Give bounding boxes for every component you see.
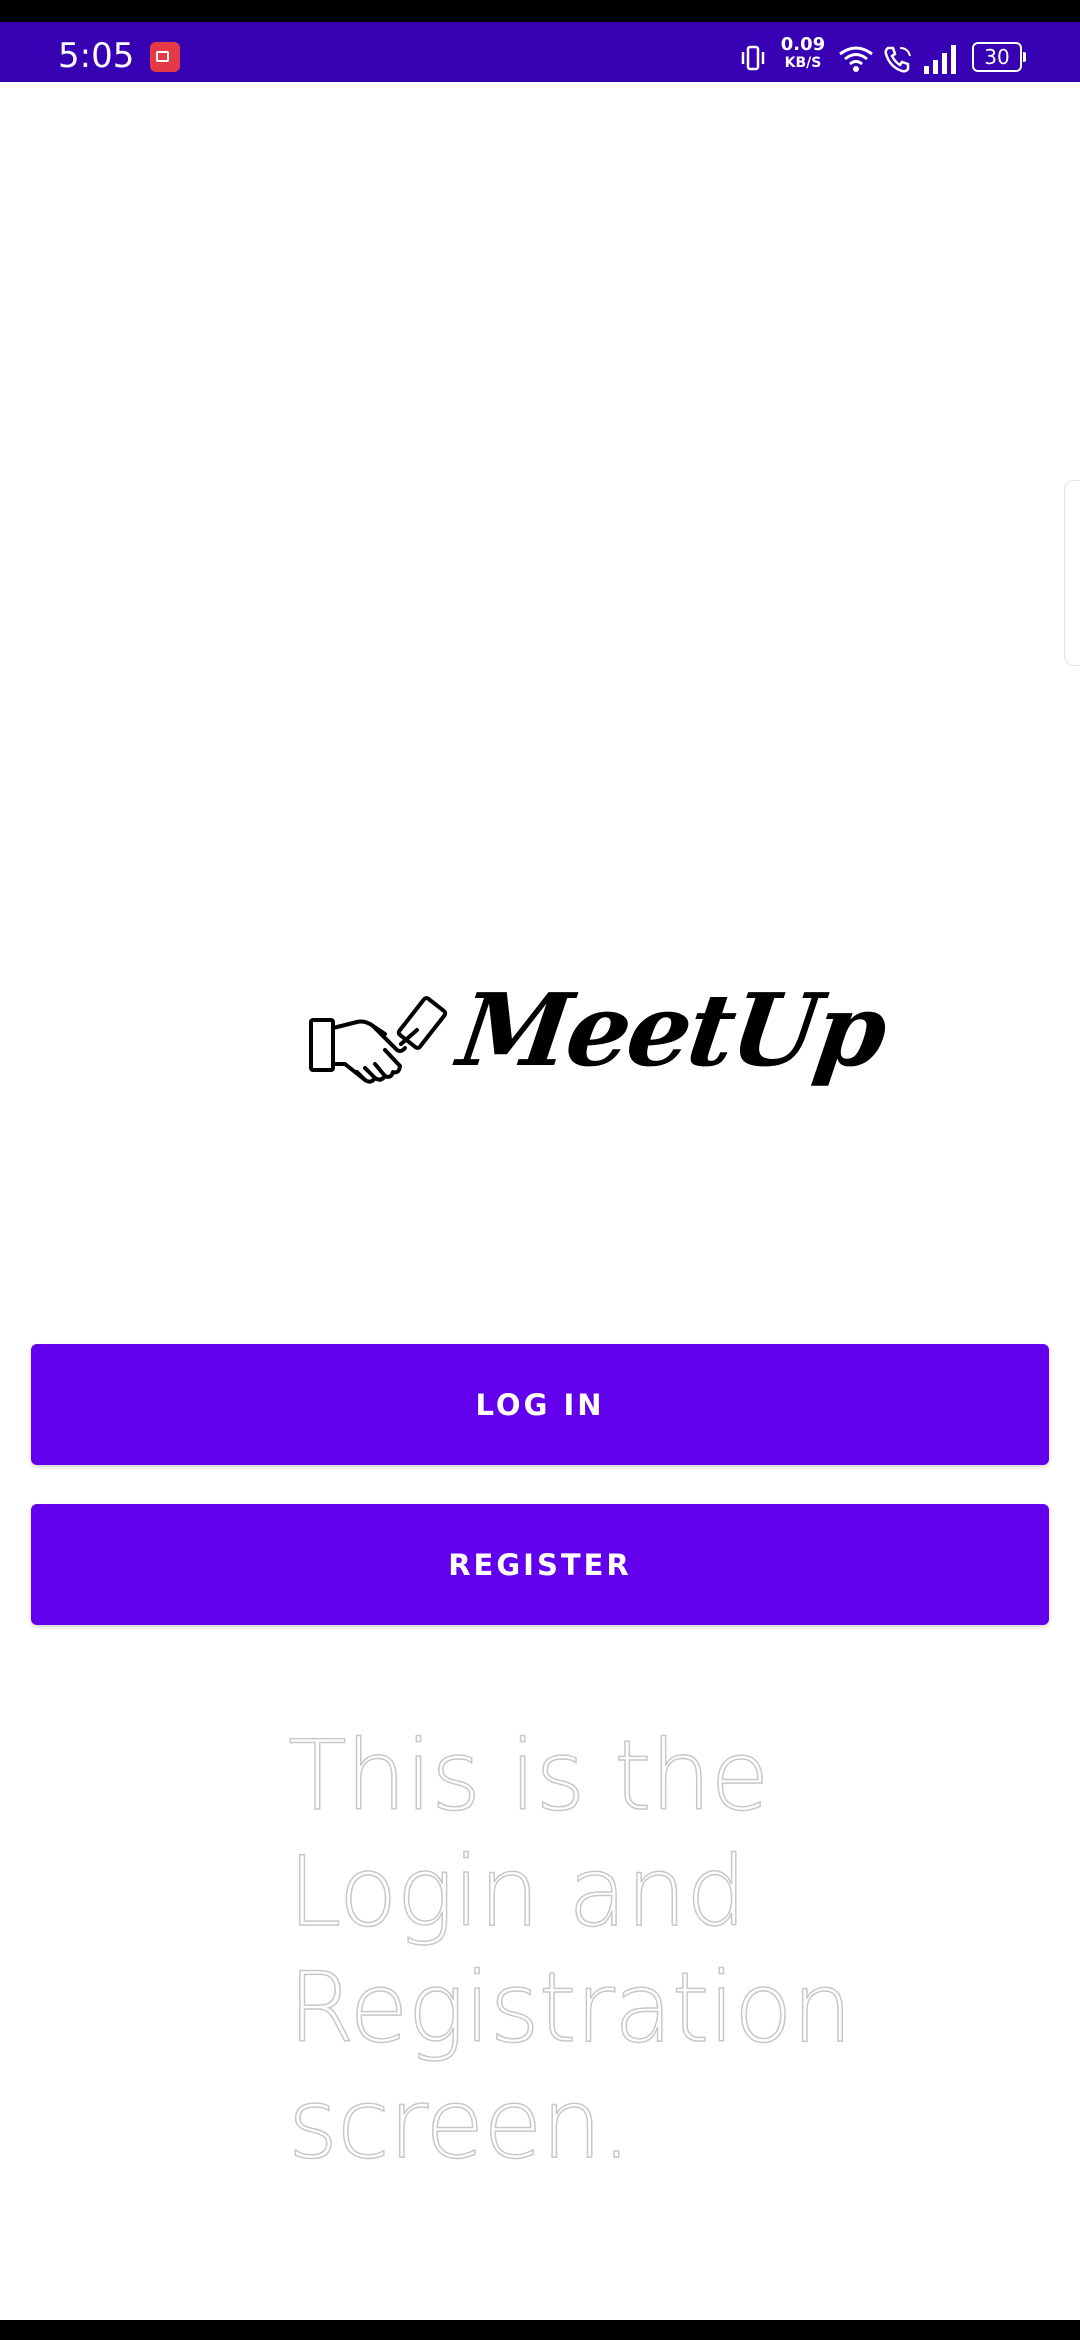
battery-indicator: 30 [972,42,1026,72]
login-button[interactable]: LOG IN [31,1344,1049,1465]
network-speed-value: 0.09 [780,34,826,55]
top-black-bar [0,0,1080,22]
register-button[interactable]: REGISTER [31,1504,1049,1625]
edge-panel-handle[interactable] [1064,480,1080,666]
network-speed: 0.09 KB/S [778,34,828,71]
screen-recorder-icon [150,42,180,72]
cellular-signal-icon [924,45,956,74]
network-speed-unit: KB/S [784,55,822,71]
wifi-icon [839,46,873,72]
vibrate-icon [741,45,765,71]
logo-wordmark: MeetUp [451,971,892,1089]
handshake-icon [309,996,448,1084]
bottom-black-bar [0,2320,1080,2340]
status-time: 5:05 [58,36,135,76]
screen-description-text: This is the Login and Registration scree… [287,1719,853,2181]
status-bar: 5:05 0.09 KB/S 30 [0,22,1080,82]
app-logo: MeetUp [305,971,892,1110]
wifi-calling-icon [884,46,911,73]
